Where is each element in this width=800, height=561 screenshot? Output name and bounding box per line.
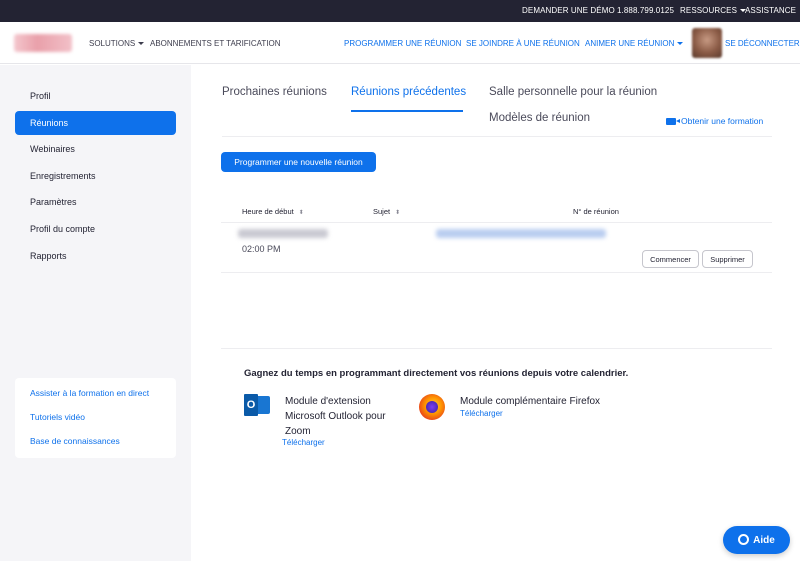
- chat-bubble-icon: [738, 534, 750, 545]
- tab-meeting-templates[interactable]: Modèles de réunion: [489, 112, 590, 124]
- topic-column-header[interactable]: Sujet ⬍: [373, 207, 400, 216]
- solutions-label: SOLUTIONS: [89, 39, 136, 48]
- get-training-label: Obtenir une formation: [681, 116, 764, 126]
- chevron-down-icon: [677, 42, 684, 45]
- topic-header-label: Sujet: [373, 207, 391, 216]
- delete-meeting-button[interactable]: Supprimer: [702, 250, 753, 268]
- join-meeting-link[interactable]: SE JOINDRE À UNE RÉUNION: [466, 39, 580, 48]
- firefox-plugin-name: Module complémentaire Firefox: [460, 396, 601, 407]
- tab-personal-room[interactable]: Salle personnelle pour la réunion: [489, 86, 657, 98]
- calendar-section-divider: [221, 348, 772, 349]
- calendar-section-title: Gagnez du temps en programmant directeme…: [244, 368, 629, 379]
- request-demo-link[interactable]: DEMANDER UNE DÉMO: [522, 6, 615, 15]
- zoom-logo[interactable]: [14, 34, 72, 52]
- tab-previous-meetings[interactable]: Réunions précédentes: [351, 86, 466, 98]
- firefox-download-link[interactable]: Télécharger: [460, 409, 503, 418]
- sidebar-item-reports[interactable]: Rapports: [15, 244, 176, 268]
- outlook-plugin-name: Module d'extension Microsoft Outlook pou…: [285, 396, 386, 437]
- host-meeting-label: ANIMER UNE RÉUNION: [585, 39, 675, 48]
- main-nav: SOLUTIONS ABONNEMENTS ET TARIFICATION PR…: [0, 22, 800, 64]
- host-meeting-menu[interactable]: ANIMER UNE RÉUNION: [585, 39, 684, 48]
- video-camera-icon: [666, 118, 680, 125]
- phone-number-link[interactable]: 1.888.799.0125: [617, 6, 674, 15]
- get-training-link[interactable]: Obtenir une formation: [666, 116, 763, 126]
- redacted-topic-link[interactable]: [436, 229, 606, 238]
- help-button[interactable]: Aide: [723, 526, 790, 554]
- sidebar: Profil Réunions Webinaires Enregistremen…: [0, 65, 191, 561]
- tabs-divider: [222, 136, 772, 137]
- avatar[interactable]: [692, 28, 722, 58]
- resources-menu[interactable]: RESSOURCES: [680, 6, 747, 15]
- sort-icon: ⬍: [395, 210, 401, 216]
- sidebar-item-account-profile[interactable]: Profil du compte: [15, 217, 176, 241]
- sidebar-help-card: Assister à la formation en direct Tutori…: [15, 378, 176, 458]
- sidebar-item-recordings[interactable]: Enregistrements: [15, 164, 176, 188]
- sidebar-item-profile[interactable]: Profil: [15, 84, 176, 108]
- video-tutorials-link[interactable]: Tutoriels vidéo: [30, 412, 85, 422]
- firefox-icon: [419, 394, 445, 420]
- support-link[interactable]: ASSISTANCE: [745, 6, 796, 15]
- outlook-icon: O: [244, 393, 270, 417]
- schedule-meeting-link[interactable]: PROGRAMMER UNE RÉUNION: [344, 39, 461, 48]
- sidebar-item-settings[interactable]: Paramètres: [15, 190, 176, 214]
- sort-icon: ⬍: [298, 210, 304, 216]
- top-utility-bar: DEMANDER UNE DÉMO 1.888.799.0125 RESSOUR…: [0, 0, 800, 22]
- resources-label: RESSOURCES: [680, 6, 738, 15]
- pricing-link[interactable]: ABONNEMENTS ET TARIFICATION: [150, 39, 281, 48]
- meeting-id-column-header: N° de réunion: [573, 207, 619, 216]
- start-meeting-button[interactable]: Commencer: [642, 250, 699, 268]
- outlook-download-link[interactable]: Télécharger: [282, 438, 325, 447]
- schedule-new-meeting-button[interactable]: Programmer une nouvelle réunion: [221, 152, 376, 172]
- table-header-divider: [221, 222, 772, 223]
- meeting-start-time: 02:00 PM: [242, 244, 281, 254]
- live-training-link[interactable]: Assister à la formation en direct: [30, 388, 149, 398]
- table-row-divider: [221, 272, 772, 273]
- solutions-menu[interactable]: SOLUTIONS: [89, 39, 145, 48]
- sidebar-item-webinars[interactable]: Webinaires: [15, 137, 176, 161]
- signout-link[interactable]: SE DÉCONNECTER: [725, 39, 800, 48]
- start-time-column-header[interactable]: Heure de début ⬍: [242, 207, 304, 216]
- help-label: Aide: [753, 535, 775, 546]
- start-time-header-label: Heure de début: [242, 207, 294, 216]
- sidebar-item-meetings[interactable]: Réunions: [15, 111, 176, 135]
- tab-upcoming-meetings[interactable]: Prochaines réunions: [222, 86, 327, 98]
- knowledge-base-link[interactable]: Base de connaissances: [30, 436, 120, 446]
- active-tab-indicator: [351, 110, 463, 112]
- redacted-date: [238, 229, 328, 238]
- chevron-down-icon: [138, 42, 145, 45]
